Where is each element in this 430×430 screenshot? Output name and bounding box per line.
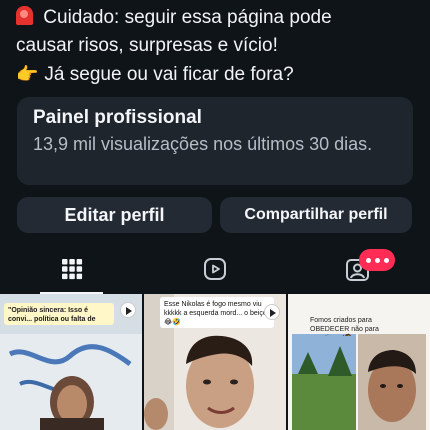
- edit-profile-button[interactable]: Editar perfil: [17, 197, 212, 233]
- play-icon: [120, 302, 136, 318]
- grid-icon: [61, 259, 82, 280]
- pointing-hand-icon: 👉: [16, 64, 39, 84]
- professional-dashboard-card[interactable]: Painel profissional 13,9 mil visualizaçõ…: [17, 97, 413, 185]
- tab-tagged[interactable]: [286, 244, 429, 294]
- tab-reels[interactable]: [143, 244, 286, 294]
- post-caption: "Opinião sincera: Isso é convi... políti…: [4, 303, 114, 325]
- panel-title: Painel profissional: [33, 107, 202, 128]
- play-icon: [264, 304, 280, 320]
- bio-line-2: causar risos, surpresas e vício!: [16, 35, 278, 56]
- bio-line-1: Cuidado: seguir essa página pode: [16, 4, 420, 32]
- siren-icon: [16, 6, 33, 25]
- panel-subtitle: 13,9 mil visualizações nos últimos 30 di…: [33, 134, 373, 154]
- post-caption: Esse Nikolas é fogo mesmo viu kkkkk a es…: [160, 297, 274, 328]
- post-thumbnail[interactable]: "Opinião sincera: Isso é convi... políti…: [0, 294, 142, 430]
- post-caption: Fomos criados para OBEDECER não para que…: [310, 317, 379, 336]
- post-image: [288, 294, 430, 430]
- bio-line-3: 👉 Já segue ou vai ficar de fora?: [16, 60, 420, 89]
- reels-icon: [203, 258, 226, 280]
- share-profile-button[interactable]: Compartilhar perfil: [220, 197, 412, 233]
- post-thumbnail[interactable]: Esse Nikolas é fogo mesmo viu kkkkk a es…: [144, 294, 286, 430]
- bio-text: Cuidado: seguir essa página pode causar …: [16, 4, 420, 89]
- tab-posts-grid[interactable]: [0, 244, 143, 294]
- notification-badge: [359, 249, 395, 271]
- post-thumbnail[interactable]: Fomos criados para OBEDECER não para que…: [288, 294, 430, 430]
- profile-tabs: [0, 244, 430, 294]
